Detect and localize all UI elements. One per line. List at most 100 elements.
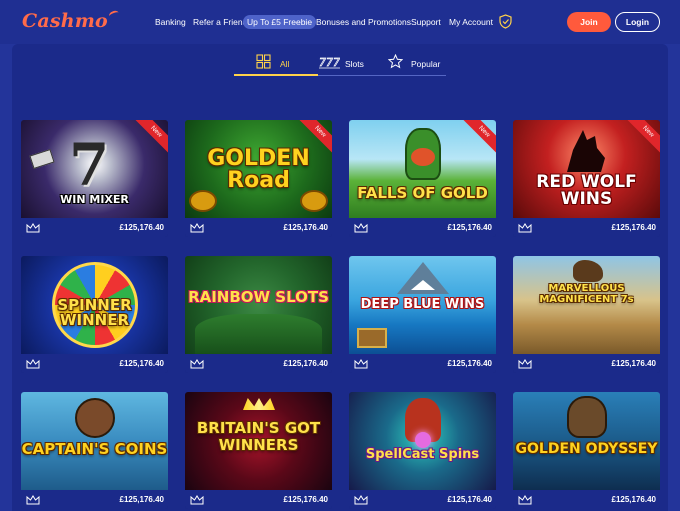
jackpot-amount: £125,176.40 (447, 223, 493, 232)
game-card-win-mixer[interactable]: 7 WIN MIXER New £125,176.40 (21, 120, 168, 237)
crown-icon (518, 495, 532, 505)
gold-pot-right (300, 190, 328, 212)
jackpot-amount: £125,176.40 (611, 359, 657, 368)
card-footer: £125,176.40 (513, 490, 660, 509)
game-card-marvellous-magnificent-7s[interactable]: MARVELLOUS MAGNIFICENT 7s £125,176.40 (513, 256, 660, 373)
star-icon (388, 54, 403, 69)
game-card-captains-coins[interactable]: CAPTAIN'S COINS £125,176.40 (21, 392, 168, 509)
game-thumbnail: GOLDEN ODYSSEY (513, 392, 660, 490)
new-badge: New (131, 120, 168, 157)
game-thumbnail: CAPTAIN'S COINS (21, 392, 168, 490)
nav-refer-a-friend[interactable]: Refer a Friend (193, 15, 247, 29)
new-badge: New (623, 120, 660, 157)
game-thumbnail: RAINBOW SLOTS (185, 256, 332, 354)
game-card-britains-got-winners[interactable]: BRITAIN'S GOT WINNERS £125,176.40 (185, 392, 332, 509)
game-title: SPINNER WINNER (57, 296, 132, 329)
crown-icon (354, 495, 368, 505)
crown-icon (190, 223, 204, 233)
crown-ornament (243, 398, 275, 410)
card-footer: £125,176.40 (513, 354, 660, 373)
tab-popular-label: Popular (411, 59, 441, 69)
crown-icon (26, 223, 40, 233)
game-thumbnail: 7 WIN MIXER New (21, 120, 168, 218)
card-footer: £125,176.40 (349, 354, 496, 373)
game-title: CAPTAIN'S COINS (21, 440, 168, 458)
login-button[interactable]: Login (615, 12, 660, 32)
bar-symbol (29, 148, 55, 170)
crown-icon (354, 359, 368, 369)
card-footer: £125,176.40 (21, 354, 168, 373)
crown-icon (518, 359, 532, 369)
game-card-red-wolf-wins[interactable]: RED WOLF WINS New £125,176.40 (513, 120, 660, 237)
svg-text:777: 777 (319, 56, 340, 69)
hero-character (567, 396, 607, 438)
card-footer: £125,176.40 (21, 218, 168, 237)
grid-icon (256, 54, 271, 69)
card-footer: £125,176.40 (349, 218, 496, 237)
nav-bonuses-promotions[interactable]: Bonuses and Promotions (316, 15, 411, 29)
nav-my-account[interactable]: My Account (449, 15, 493, 29)
game-thumbnail: FALLS OF GOLD New (349, 120, 496, 218)
filter-bar: All 777 Slots Popular (12, 44, 668, 78)
jackpot-amount: £125,176.40 (283, 223, 329, 232)
grass-field (195, 314, 322, 354)
game-title: WIN MIXER (60, 193, 129, 206)
nav-banking[interactable]: Banking (155, 15, 186, 29)
seven-symbol: 7 (69, 131, 110, 199)
logo-swoosh-icon (108, 9, 120, 20)
cashmo-logo[interactable]: Cashmo (22, 9, 120, 32)
crown-icon (190, 359, 204, 369)
game-title: GOLDEN Road (207, 146, 310, 193)
game-thumbnail: RED WOLF WINS New (513, 120, 660, 218)
new-badge: New (459, 120, 496, 157)
jackpot-amount: £125,176.40 (447, 495, 493, 504)
crown-icon (190, 495, 204, 505)
join-button[interactable]: Join (567, 12, 611, 32)
tab-slots-label: Slots (345, 59, 364, 69)
crown-icon (26, 359, 40, 369)
pirate-captain (75, 398, 115, 438)
game-thumbnail: BRITAIN'S GOT WINNERS (185, 392, 332, 490)
jackpot-amount: £125,176.40 (119, 223, 165, 232)
jackpot-amount: £125,176.40 (283, 495, 329, 504)
card-footer: £125,176.40 (185, 490, 332, 509)
game-thumbnail: GOLDEN Road New (185, 120, 332, 218)
crown-icon (354, 223, 368, 233)
nav-support[interactable]: Support (411, 15, 441, 29)
wolf-silhouette (567, 130, 605, 172)
game-title: GOLDEN ODYSSEY (515, 441, 658, 457)
777-icon: 777 (319, 56, 340, 69)
game-card-rainbow-slots[interactable]: RAINBOW SLOTS £125,176.40 (185, 256, 332, 373)
game-title: FALLS OF GOLD (357, 184, 488, 202)
game-title: SpellCast Spins (365, 447, 480, 462)
game-card-deep-blue-wins[interactable]: DEEP BLUE WINS £125,176.40 (349, 256, 496, 373)
game-title: DEEP BLUE WINS (360, 297, 485, 312)
bison (573, 260, 603, 282)
jackpot-amount: £125,176.40 (119, 495, 165, 504)
jackpot-amount: £125,176.40 (283, 359, 329, 368)
game-card-golden-road[interactable]: GOLDEN Road New £125,176.40 (185, 120, 332, 237)
jackpot-amount: £125,176.40 (611, 223, 657, 232)
card-footer: £125,176.40 (349, 490, 496, 509)
leprechaun-beard (411, 148, 435, 166)
treasure-chest (357, 328, 387, 348)
gold-pot-left (189, 190, 217, 212)
game-card-golden-odyssey[interactable]: GOLDEN ODYSSEY £125,176.40 (513, 392, 660, 509)
game-thumbnail: SpellCast Spins (349, 392, 496, 490)
crown-icon (26, 495, 40, 505)
game-title: BRITAIN'S GOT WINNERS (196, 419, 321, 454)
shield-check-icon[interactable] (499, 14, 512, 29)
shark-illustration (397, 262, 449, 294)
game-card-spinner-winner[interactable]: SPINNER WINNER £125,176.40 (21, 256, 168, 373)
game-title: RED WOLF WINS (536, 172, 637, 209)
site-header: Cashmo Banking Refer a Friend Up To £5 F… (0, 0, 680, 44)
game-thumbnail: MARVELLOUS MAGNIFICENT 7s (513, 256, 660, 354)
jackpot-amount: £125,176.40 (119, 359, 165, 368)
crystal-orb (415, 432, 431, 448)
nav-freebie[interactable]: Up To £5 Freebie (243, 15, 317, 29)
jackpot-amount: £125,176.40 (447, 359, 493, 368)
game-card-spellcast-spins[interactable]: SpellCast Spins £125,176.40 (349, 392, 496, 509)
active-tab-indicator (234, 74, 318, 76)
game-title: MARVELLOUS MAGNIFICENT 7s (539, 283, 634, 305)
game-card-falls-of-gold[interactable]: FALLS OF GOLD New £125,176.40 (349, 120, 496, 237)
